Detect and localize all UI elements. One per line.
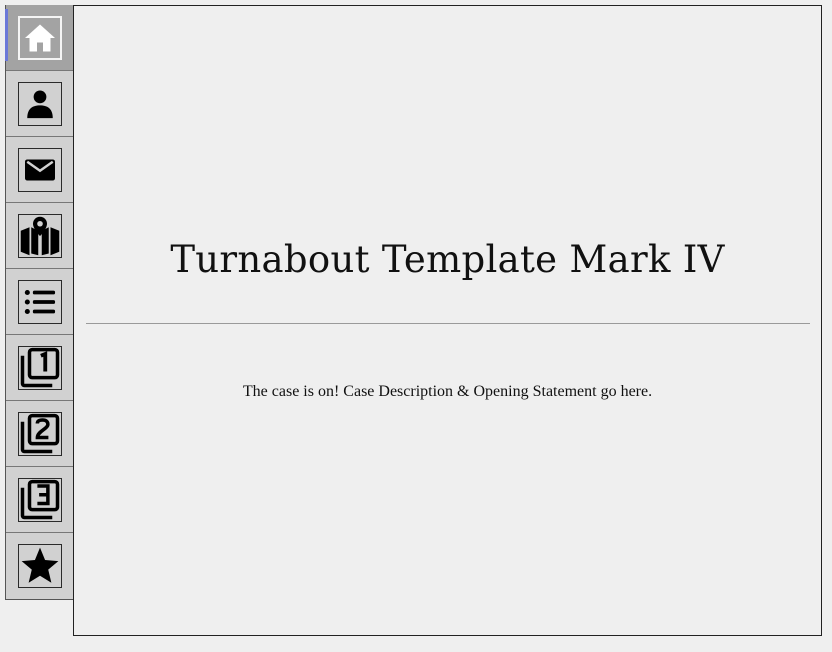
page-title: Turnabout Template Mark IV bbox=[170, 238, 725, 281]
app-frame: Turnabout Template Mark IV The case is o… bbox=[0, 0, 832, 652]
sidebar-item-map[interactable] bbox=[6, 203, 74, 269]
map-icon bbox=[18, 213, 62, 258]
sidebar-item-list[interactable] bbox=[6, 269, 74, 335]
sidebar-item-evidence-3[interactable] bbox=[6, 467, 74, 533]
filter-3-icon bbox=[18, 477, 62, 522]
home-icon bbox=[18, 15, 62, 60]
list-icon bbox=[18, 279, 62, 324]
sidebar-item-favorites[interactable] bbox=[6, 533, 74, 599]
sidebar-item-profile[interactable] bbox=[6, 71, 74, 137]
sidebar-item-evidence-2[interactable] bbox=[6, 401, 74, 467]
filter-1-icon bbox=[18, 345, 62, 390]
star-icon bbox=[18, 544, 62, 588]
person-icon bbox=[18, 81, 62, 126]
sidebar-item-home[interactable] bbox=[5, 5, 74, 71]
sidebar-item-mail[interactable] bbox=[6, 137, 74, 203]
sidebar-nav bbox=[5, 5, 75, 600]
mail-icon bbox=[18, 147, 62, 192]
filter-2-icon bbox=[18, 411, 62, 456]
main-panel: Turnabout Template Mark IV The case is o… bbox=[73, 5, 822, 636]
sidebar-item-evidence-1[interactable] bbox=[6, 335, 74, 401]
case-description: The case is on! Case Description & Openi… bbox=[242, 383, 653, 400]
title-divider bbox=[86, 323, 810, 324]
